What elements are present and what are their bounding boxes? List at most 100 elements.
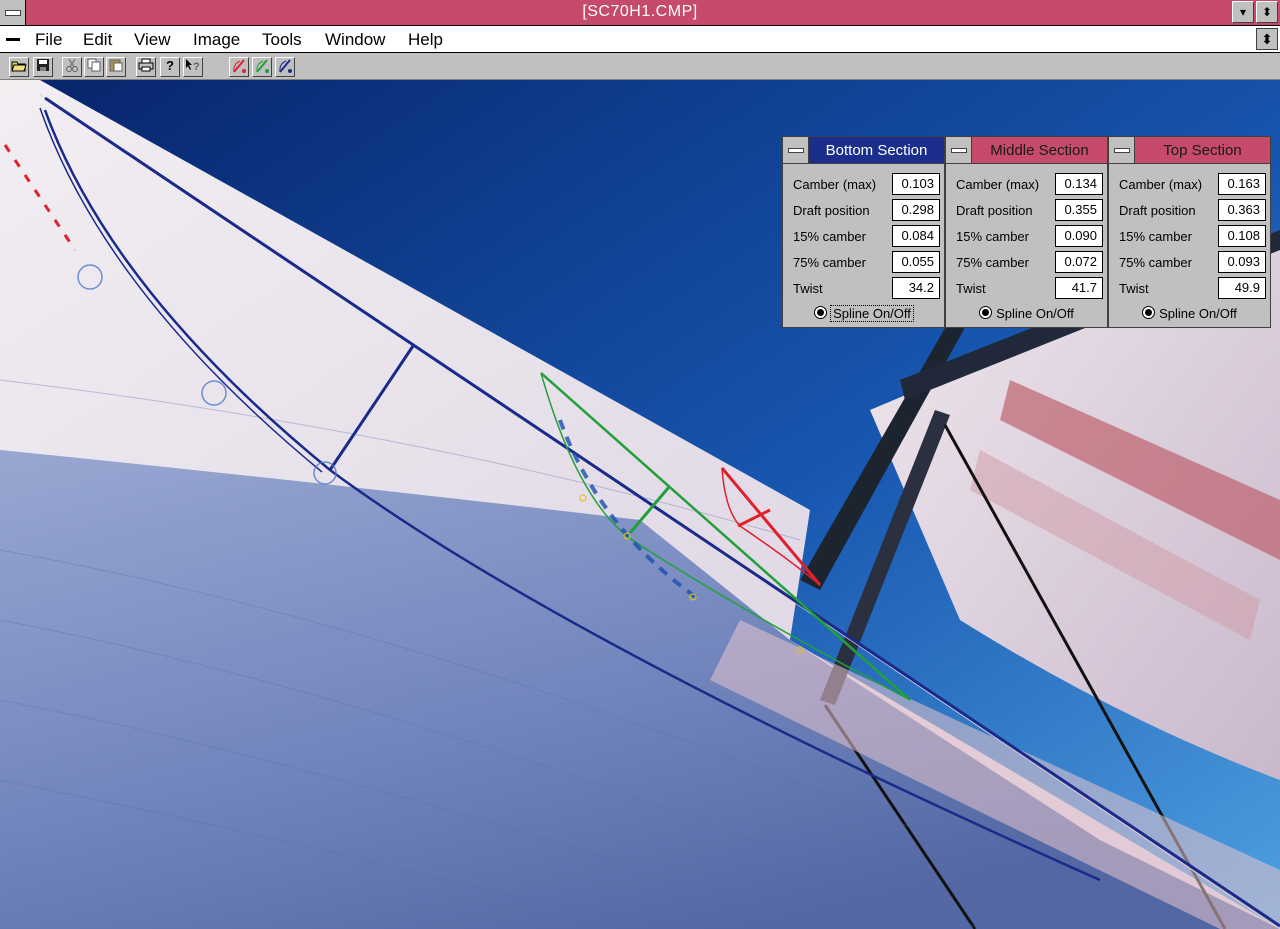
title-bar: [SC70H1.CMP] ▾ ⬍ <box>0 0 1280 26</box>
middle-twist-field[interactable]: 41.7 <box>1055 277 1103 299</box>
svg-text:?: ? <box>193 61 200 72</box>
top-draft-position-field[interactable]: 0.363 <box>1218 199 1266 221</box>
field-label: 15% camber <box>1119 229 1192 244</box>
blue-curve-tool-button[interactable] <box>275 57 295 77</box>
save-icon <box>37 59 49 71</box>
middle-75-camber-row: 75% camber 0.072 <box>956 251 1103 275</box>
top-section-title: Top Section <box>1163 142 1242 159</box>
top-camber-max-field[interactable]: 0.163 <box>1218 173 1266 195</box>
save-button[interactable] <box>33 57 53 77</box>
middle-twist-row: Twist 41.7 <box>956 277 1103 301</box>
copy-button[interactable] <box>84 57 104 77</box>
menu-tools[interactable]: Tools <box>262 30 302 50</box>
context-help-icon: ? <box>186 59 200 73</box>
copy-icon <box>87 58 101 72</box>
top-15-camber-field[interactable]: 0.108 <box>1218 225 1266 247</box>
green-curve-tool-icon <box>256 59 269 73</box>
bottom-15-camber-row: 15% camber 0.084 <box>793 225 940 249</box>
bottom-15-camber-field[interactable]: 0.084 <box>892 225 940 247</box>
menu-view[interactable]: View <box>134 30 171 50</box>
spline-label: Spline On/Off <box>1159 306 1237 321</box>
minimize-icon: ▾ <box>1239 5 1247 19</box>
open-icon <box>11 61 27 72</box>
top-draft-position-row: Draft position 0.363 <box>1119 199 1266 223</box>
menu-window[interactable]: Window <box>325 30 385 50</box>
help-button[interactable]: ? <box>160 57 180 77</box>
menu-edit[interactable]: Edit <box>83 30 112 50</box>
field-label: 75% camber <box>793 255 866 270</box>
minimize-button[interactable]: ▾ <box>1232 1 1254 23</box>
document-restore-button[interactable]: ⬍ <box>1256 28 1278 50</box>
top-section-menu-button[interactable] <box>1109 137 1135 163</box>
open-button[interactable] <box>9 57 29 77</box>
field-label: Camber (max) <box>1119 177 1203 192</box>
middle-section-panel: Middle Section Camber (max) 0.134 Draft … <box>945 136 1108 328</box>
cut-icon <box>66 58 78 72</box>
help-icon: ? <box>166 58 174 73</box>
restore-button[interactable]: ⬍ <box>1256 1 1278 23</box>
bottom-twist-field[interactable]: 34.2 <box>892 277 940 299</box>
print-button[interactable] <box>136 57 156 77</box>
bottom-section-panel: Bottom Section Camber (max) 0.103 Draft … <box>782 136 945 328</box>
middle-15-camber-field[interactable]: 0.090 <box>1055 225 1103 247</box>
field-label: 15% camber <box>956 229 1029 244</box>
middle-section-header: Middle Section <box>946 137 1107 164</box>
middle-draft-position-field[interactable]: 0.355 <box>1055 199 1103 221</box>
bottom-twist-row: Twist 34.2 <box>793 277 940 301</box>
middle-camber-max-row: Camber (max) 0.134 <box>956 173 1103 197</box>
field-label: Draft position <box>956 203 1033 218</box>
top-75-camber-field[interactable]: 0.093 <box>1218 251 1266 273</box>
top-15-camber-row: 15% camber 0.108 <box>1119 225 1266 249</box>
bottom-75-camber-field[interactable]: 0.055 <box>892 251 940 273</box>
top-section-header: Top Section <box>1109 137 1270 164</box>
toolbar: ? ? <box>0 54 1280 80</box>
field-label: Twist <box>793 281 823 296</box>
document-restore-icon: ⬍ <box>1261 31 1273 47</box>
window-title: [SC70H1.CMP] <box>582 3 698 20</box>
bottom-section-header: Bottom Section <box>783 137 944 164</box>
bottom-section-menu-icon <box>788 148 804 153</box>
red-curve-tool-button[interactable] <box>229 57 249 77</box>
paste-button[interactable] <box>106 57 126 77</box>
bottom-75-camber-row: 75% camber 0.055 <box>793 251 940 275</box>
top-section-panel: Top Section Camber (max) 0.163 Draft pos… <box>1108 136 1271 328</box>
field-label: Camber (max) <box>793 177 877 192</box>
menu-bar: File Edit View Image Tools Window Help ⬍ <box>0 26 1280 53</box>
sail-image-canvas[interactable]: Bottom Section Camber (max) 0.103 Draft … <box>0 80 1280 929</box>
top-spline-toggle[interactable]: Spline On/Off <box>1109 305 1270 325</box>
middle-camber-max-field[interactable]: 0.134 <box>1055 173 1103 195</box>
top-camber-max-row: Camber (max) 0.163 <box>1119 173 1266 197</box>
svg-text:?: ? <box>166 58 174 72</box>
middle-spline-toggle[interactable]: Spline On/Off <box>946 305 1107 325</box>
green-curve-tool-button[interactable] <box>252 57 272 77</box>
middle-section-menu-button[interactable] <box>946 137 972 163</box>
field-label: 75% camber <box>956 255 1029 270</box>
top-75-camber-row: 75% camber 0.093 <box>1119 251 1266 275</box>
cut-button[interactable] <box>62 57 82 77</box>
bottom-section-menu-button[interactable] <box>783 137 809 163</box>
bottom-section-title: Bottom Section <box>825 142 928 159</box>
middle-draft-position-row: Draft position 0.355 <box>956 199 1103 223</box>
middle-75-camber-field[interactable]: 0.072 <box>1055 251 1103 273</box>
menu-image[interactable]: Image <box>193 30 240 50</box>
bottom-draft-position-field[interactable]: 0.298 <box>892 199 940 221</box>
middle-section-menu-icon <box>951 148 967 153</box>
document-menu-icon[interactable] <box>6 38 20 41</box>
field-label: 15% camber <box>793 229 866 244</box>
field-label: 75% camber <box>1119 255 1192 270</box>
blue-curve-tool-icon <box>279 59 292 73</box>
top-twist-field[interactable]: 49.9 <box>1218 277 1266 299</box>
menu-help[interactable]: Help <box>408 30 443 50</box>
paste-icon <box>109 59 123 72</box>
bottom-spline-toggle[interactable]: Spline On/Off <box>783 305 944 325</box>
spline-label: Spline On/Off <box>830 305 914 322</box>
menu-file[interactable]: File <box>35 30 62 50</box>
print-icon <box>138 58 154 72</box>
top-section-menu-icon <box>1114 148 1130 153</box>
bottom-camber-max-field[interactable]: 0.103 <box>892 173 940 195</box>
bottom-camber-max-row: Camber (max) 0.103 <box>793 173 940 197</box>
field-label: Draft position <box>793 203 870 218</box>
context-help-button[interactable]: ? <box>183 57 203 77</box>
red-curve-tool-icon <box>233 59 246 73</box>
top-twist-row: Twist 49.9 <box>1119 277 1266 301</box>
